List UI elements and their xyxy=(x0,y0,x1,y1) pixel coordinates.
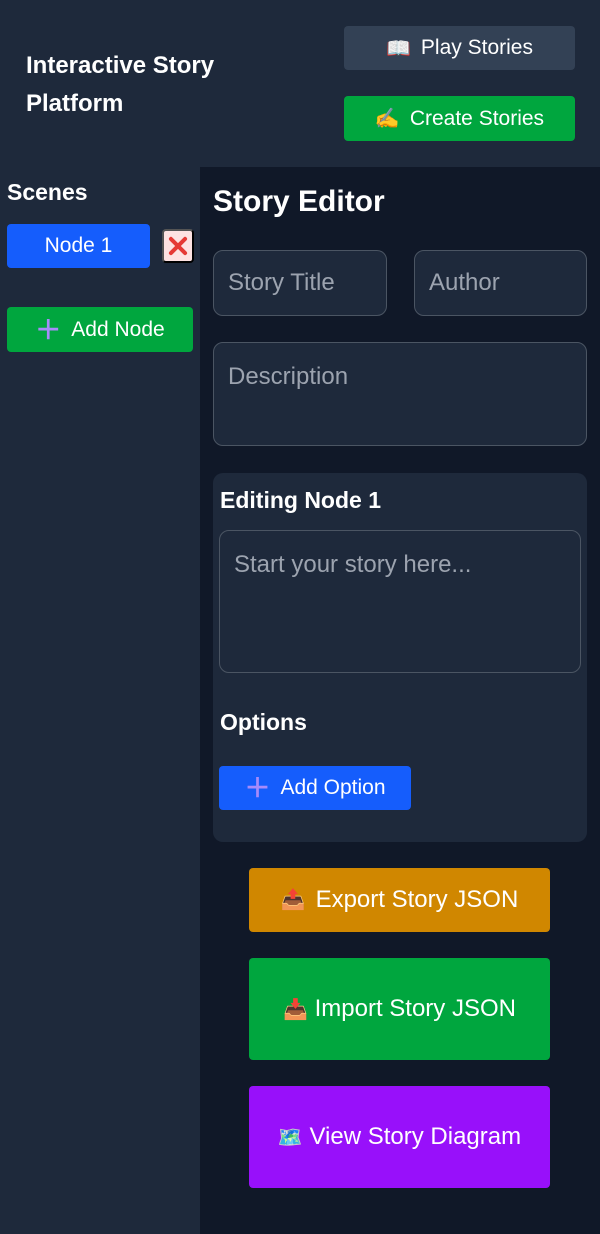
view-diagram-button[interactable]: 🗺️ View Story Diagram xyxy=(249,1086,550,1188)
import-json-content: 📥 Import Story JSON xyxy=(283,990,516,1029)
create-stories-button[interactable]: ✍️ Create Stories xyxy=(344,96,575,141)
play-stories-button[interactable]: 📖 Play Stories xyxy=(344,26,575,70)
node-heading: Editing Node 1 xyxy=(220,487,381,513)
plus-icon: ＋ xyxy=(35,314,62,345)
play-stories-label: Play Stories xyxy=(420,36,533,59)
node-editor-panel: Editing Node 1 Options ＋ Add Option xyxy=(213,473,587,842)
scenes-heading: Scenes xyxy=(7,179,88,205)
export-json-button[interactable]: 📤 Export Story JSON xyxy=(249,868,550,932)
add-node-label: Add Node xyxy=(71,317,165,341)
import-json-label: Import Story JSON xyxy=(314,994,516,1022)
writing-hand-icon: ✍️ xyxy=(374,108,400,130)
cross-mark-icon xyxy=(168,236,188,256)
story-title-input[interactable] xyxy=(213,250,387,316)
delete-node-button[interactable] xyxy=(162,229,194,263)
add-option-button[interactable]: ＋ Add Option xyxy=(219,766,411,810)
node-1-button[interactable]: Node 1 xyxy=(7,224,150,268)
add-node-button[interactable]: ＋ Add Node xyxy=(7,307,193,352)
description-input[interactable] xyxy=(213,342,587,446)
app-title: Interactive Story Platform xyxy=(26,52,215,117)
plus-icon: ＋ xyxy=(244,773,271,803)
view-diagram-label: View Story Diagram xyxy=(309,1122,522,1150)
create-stories-label: Create Stories xyxy=(409,106,545,130)
map-icon: 🗺️ xyxy=(277,1126,303,1149)
scenes-sidebar: Scenes Node 1 ＋ Add Node xyxy=(0,167,200,1234)
options-heading: Options xyxy=(220,709,307,735)
view-diagram-content: 🗺️ View Story Diagram xyxy=(278,1118,521,1157)
story-text-input[interactable] xyxy=(219,530,581,673)
app-header: Interactive Story Platform 📖 Play Storie… xyxy=(0,0,600,167)
add-option-label: Add Option xyxy=(280,776,386,799)
story-editor: Story Editor Editing Node 1 Options ＋ Ad… xyxy=(200,167,600,1234)
import-json-button[interactable]: 📥 Import Story JSON xyxy=(249,958,550,1060)
book-icon: 📖 xyxy=(386,37,411,60)
editor-title: Story Editor xyxy=(213,185,385,218)
inbox-tray-icon: 📥 xyxy=(283,998,308,1021)
export-json-label: Export Story JSON xyxy=(315,886,519,913)
outbox-tray-icon: 📤 xyxy=(280,889,306,911)
author-input[interactable] xyxy=(414,250,587,316)
